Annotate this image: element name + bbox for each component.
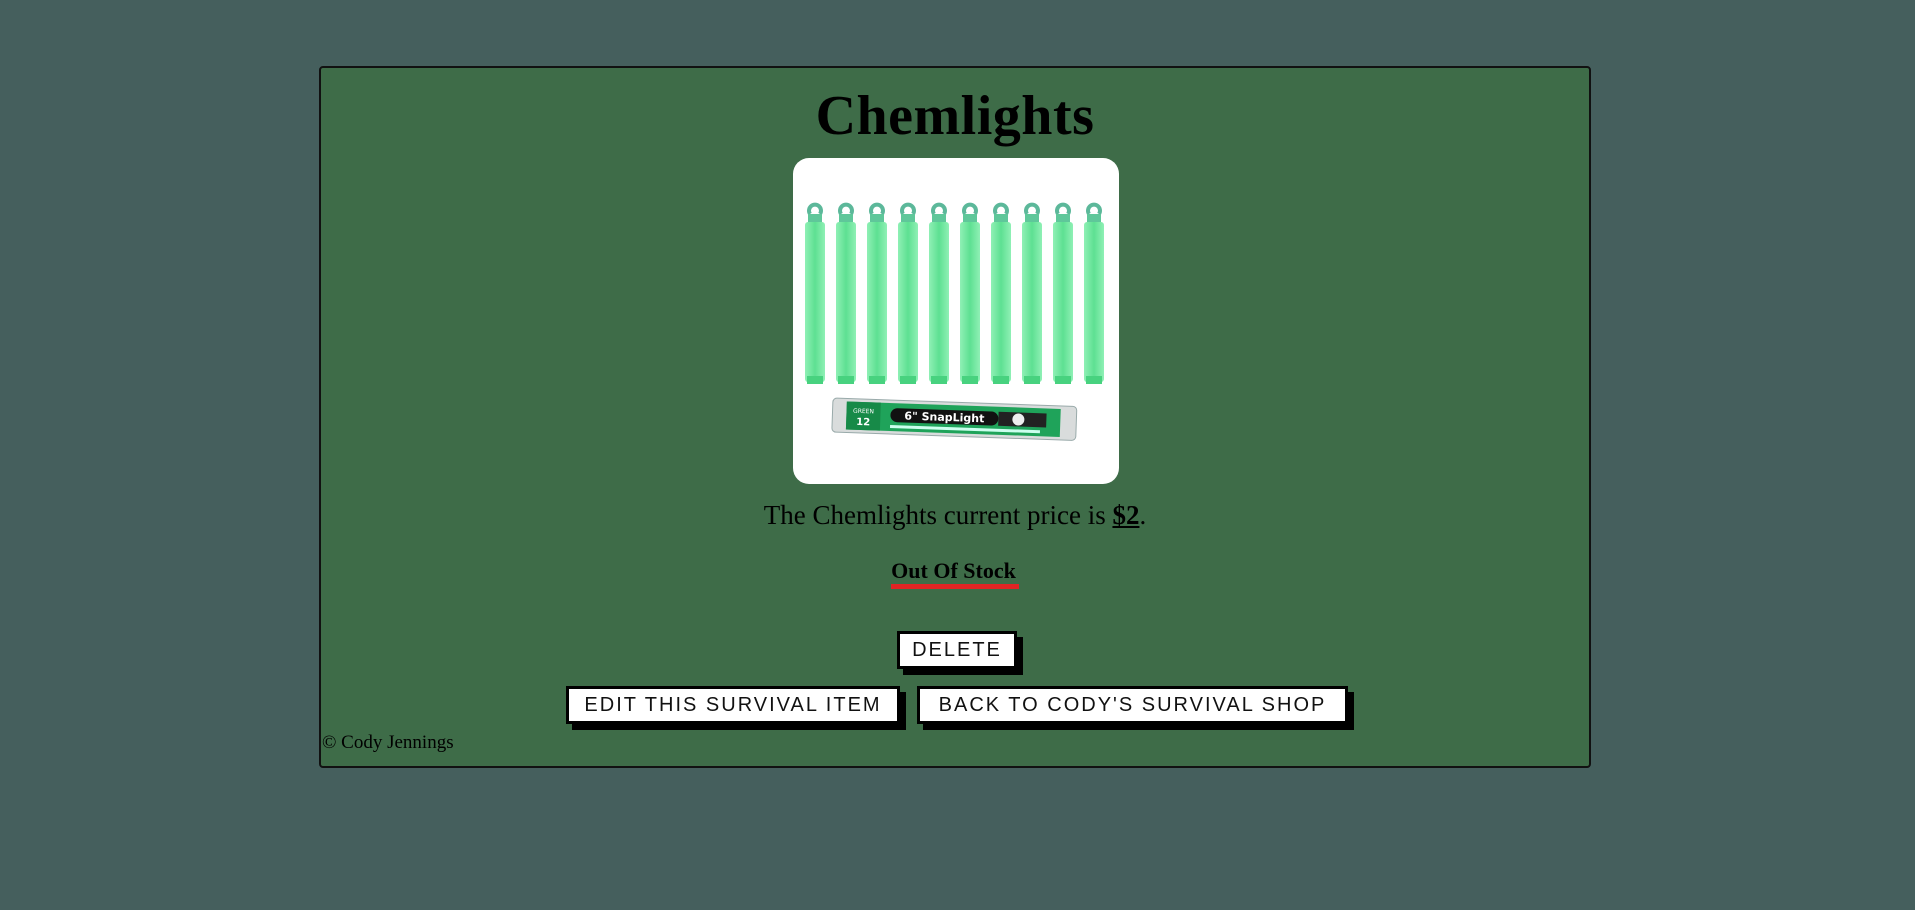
chemlight-sticks-image: GREEN 12 6" SnapLight xyxy=(805,202,1104,441)
svg-text:12: 12 xyxy=(856,417,870,428)
stock-status-badge: Out Of Stock xyxy=(891,558,1019,589)
stick-cap xyxy=(1087,214,1101,223)
stick-hook xyxy=(1055,202,1071,216)
stick-cap xyxy=(1025,214,1039,223)
stick-hook xyxy=(962,202,978,216)
stick-end xyxy=(838,376,854,384)
stick-hook xyxy=(1024,202,1040,216)
glow-stick xyxy=(1022,222,1042,382)
stick-end xyxy=(900,376,916,384)
price-prefix: The Chemlights current price is xyxy=(763,500,1113,530)
glow-stick xyxy=(898,222,918,382)
svg-text:GREEN: GREEN xyxy=(853,408,874,416)
delete-button[interactable]: DELETE xyxy=(897,631,1017,669)
stick-end xyxy=(962,376,978,384)
product-image: GREEN 12 6" SnapLight xyxy=(793,158,1119,484)
price-value: $2 xyxy=(1112,500,1140,530)
back-to-shop-button[interactable]: BACK TO CODY'S SURVIVAL SHOP xyxy=(917,686,1348,724)
stick-end xyxy=(1024,376,1040,384)
stick-cap xyxy=(994,214,1008,223)
glow-stick xyxy=(1084,222,1104,382)
stick-end xyxy=(1086,376,1102,384)
stick-hook xyxy=(807,202,823,216)
glow-stick xyxy=(1053,222,1073,382)
glow-stick xyxy=(836,222,856,382)
product-card: Chemlights GREEN 12 6" SnapLight The Che… xyxy=(319,66,1591,768)
glow-stick xyxy=(867,222,887,382)
stick-cap xyxy=(870,214,884,223)
stick-cap xyxy=(839,214,853,223)
page-title: Chemlights xyxy=(815,85,1095,147)
copyright-footer: © Cody Jennings xyxy=(322,732,454,753)
stick-end xyxy=(869,376,885,384)
stick-end xyxy=(1055,376,1071,384)
glow-stick xyxy=(805,222,825,382)
stick-cap xyxy=(1056,214,1070,223)
stick-end xyxy=(931,376,947,384)
edit-item-button[interactable]: EDIT THIS SURVIVAL ITEM xyxy=(566,686,900,724)
stick-cap xyxy=(808,214,822,223)
stick-hook xyxy=(993,202,1009,216)
stick-hook xyxy=(869,202,885,216)
stick-cap xyxy=(901,214,915,223)
stick-hook xyxy=(1086,202,1102,216)
glow-stick xyxy=(960,222,980,382)
price-suffix: . xyxy=(1139,500,1147,530)
stick-cap xyxy=(963,214,977,223)
stick-hook xyxy=(838,202,854,216)
stick-end xyxy=(993,376,1009,384)
price-line: The Chemlights current price is $2. xyxy=(321,500,1589,531)
stick-hook xyxy=(900,202,916,216)
stick-cap xyxy=(932,214,946,223)
glow-stick xyxy=(991,222,1011,382)
glow-stick xyxy=(929,222,949,382)
stock-status-row: Out Of Stock xyxy=(321,558,1589,589)
stick-end xyxy=(807,376,823,384)
stick-hook xyxy=(931,202,947,216)
